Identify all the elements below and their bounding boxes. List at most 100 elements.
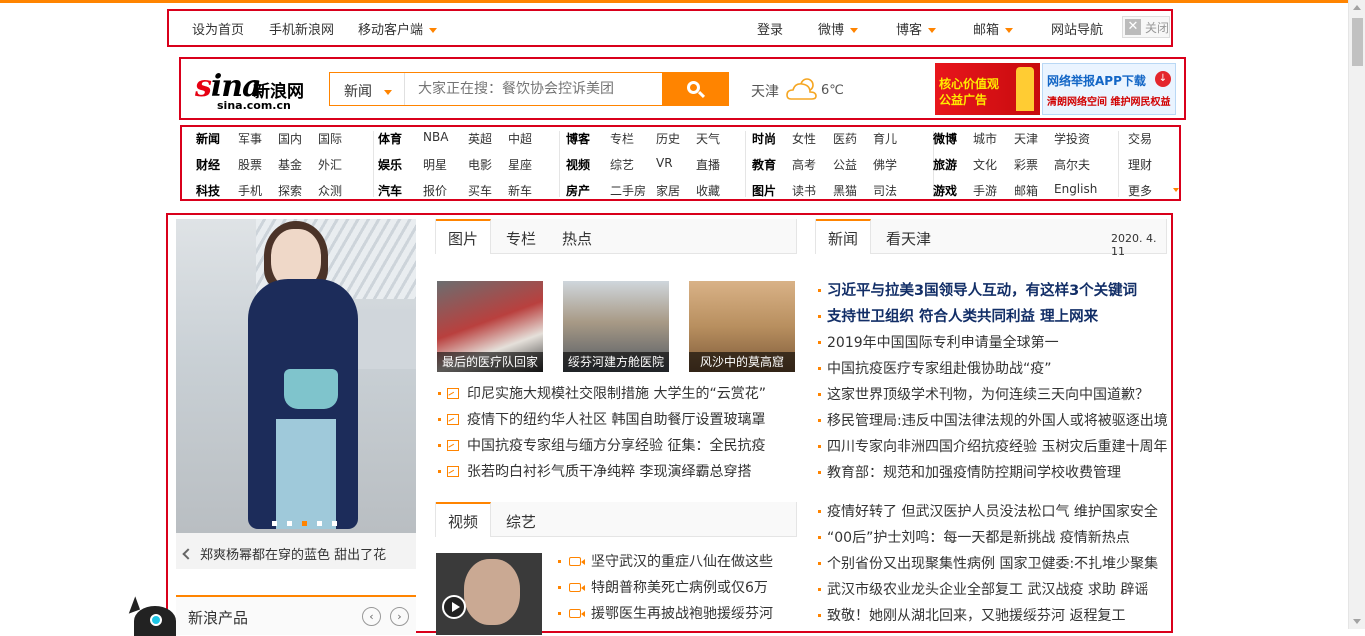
nav-link[interactable]: 学投资 — [1054, 130, 1090, 147]
nav-link[interactable]: 外汇 — [318, 156, 342, 173]
nav-link[interactable]: 育儿 — [873, 130, 897, 147]
cat-mascot[interactable] — [123, 596, 176, 636]
carousel-dot[interactable] — [302, 521, 307, 526]
thumb-hospital[interactable]: 绥芬河建方舱医院 — [563, 281, 669, 372]
thumb-mogao[interactable]: 风沙中的莫高窟 — [689, 281, 795, 372]
nav-link[interactable]: English — [1054, 182, 1097, 196]
nav-link[interactable]: 英超 — [468, 130, 492, 147]
list-item[interactable]: 坚守武汉的重症八仙在做这些 — [558, 551, 773, 571]
mobile-sina-link[interactable]: 手机新浪网 — [269, 19, 334, 38]
nav-link[interactable]: 手机 — [238, 182, 262, 199]
nav-link[interactable]: 彩票 — [1014, 156, 1038, 173]
nav-link[interactable]: 基金 — [278, 156, 302, 173]
nav-link[interactable]: 视频 — [566, 156, 590, 173]
nav-link[interactable]: 报价 — [423, 182, 447, 199]
scrollbar-thumb[interactable] — [1352, 18, 1363, 66]
nav-link[interactable]: 旅游 — [933, 156, 957, 173]
nav-link[interactable]: 军事 — [238, 130, 262, 147]
chevron-left-icon[interactable] — [182, 548, 194, 560]
nav-link[interactable]: 财经 — [196, 156, 220, 173]
tab-pictures[interactable]: 图片 — [436, 219, 492, 254]
nav-link[interactable]: 新闻 — [196, 130, 220, 147]
nav-link[interactable]: 买车 — [468, 182, 492, 199]
nav-link[interactable]: 股票 — [238, 156, 262, 173]
nav-link[interactable]: 时尚 — [752, 130, 776, 147]
site-nav-link[interactable]: 网站导航 — [1051, 19, 1103, 38]
carousel-dot[interactable] — [317, 521, 322, 526]
nav-link[interactable]: 家居 — [656, 182, 680, 199]
thumb-medical-team[interactable]: 最后的医疗队回家 — [437, 281, 543, 372]
list-item[interactable]: 疫情下的纽约华人社区 韩国自助餐厅设置玻璃罩 — [438, 409, 818, 429]
nav-link[interactable]: 天津 — [1014, 130, 1038, 147]
video-thumb[interactable] — [436, 553, 542, 635]
nav-link[interactable]: 直播 — [696, 156, 720, 173]
list-item[interactable]: 援鄂医生再披战袍驰援绥芬河 — [558, 603, 773, 623]
list-item[interactable]: 教育部：规范和加强疫情防控期间学校收费管理 — [818, 462, 1170, 482]
featured-caption[interactable]: 郑爽杨幂都在穿的蓝色 甜出了花 — [176, 533, 416, 569]
nav-link[interactable]: 综艺 — [610, 156, 634, 173]
search-category-select[interactable]: 新闻 — [330, 73, 405, 105]
list-item[interactable]: 特朗普称美死亡病例或仅6万 — [558, 577, 768, 597]
mail-menu[interactable]: 邮箱 — [973, 19, 1014, 38]
nav-link[interactable]: 女性 — [792, 130, 816, 147]
tab-news[interactable]: 新闻 — [816, 219, 872, 254]
weibo-menu[interactable]: 微博 — [818, 19, 859, 38]
list-item[interactable]: 这家世界顶级学术刊物，为何连续三天向中国道歉？ — [818, 384, 1170, 404]
scroll-down-icon[interactable] — [1353, 619, 1361, 624]
nav-link[interactable]: 微博 — [933, 130, 957, 147]
nav-link[interactable]: 电影 — [468, 156, 492, 173]
page-scrollbar[interactable] — [1348, 0, 1365, 629]
sina-logo[interactable]: sina 新浪网 sina.com.cn — [195, 65, 311, 115]
nav-link[interactable]: 中超 — [508, 130, 532, 147]
nav-link[interactable]: 高尔夫 — [1054, 156, 1090, 173]
nav-link[interactable]: VR — [656, 156, 673, 170]
list-item[interactable]: 武汉市级农业龙头企业全部复工 武汉战疫 求助 辟谣 — [818, 579, 1170, 599]
nav-link[interactable]: 新车 — [508, 182, 532, 199]
search-input[interactable] — [406, 73, 664, 105]
nav-link[interactable]: 司法 — [873, 182, 897, 199]
set-home-link[interactable]: 设为首页 — [192, 19, 244, 38]
nav-link[interactable]: 教育 — [752, 156, 776, 173]
nav-link[interactable]: 交易 — [1128, 130, 1152, 147]
list-item[interactable]: “00后”护士刘鸣：每一天都是新挑战 疫情新热点 — [818, 527, 1170, 547]
list-item[interactable]: 疫情好转了 但武汉医护人员没法松口气 维护国家安全 — [818, 501, 1170, 521]
nav-link[interactable]: 博客 — [566, 130, 590, 147]
nav-link[interactable]: 文化 — [973, 156, 997, 173]
featured-photo[interactable] — [176, 219, 416, 533]
carousel-dot[interactable] — [287, 521, 292, 526]
tab-video[interactable]: 视频 — [436, 502, 492, 537]
nav-link[interactable]: 理财 — [1128, 156, 1152, 173]
nav-link[interactable]: 专栏 — [610, 130, 634, 147]
tab-columns[interactable]: 专栏 — [494, 219, 548, 254]
carousel-dot[interactable] — [272, 521, 277, 526]
nav-link[interactable]: 汽车 — [378, 182, 402, 199]
nav-link[interactable]: 收藏 — [696, 182, 720, 199]
nav-link[interactable]: 二手房 — [610, 182, 646, 199]
headline[interactable]: 支持世卫组织 符合人类共同利益 理上网来 — [818, 305, 1170, 326]
headline[interactable]: 习近平与拉美3国领导人互动，有这样3个关键词 — [818, 279, 1170, 300]
nav-link[interactable]: 星座 — [508, 156, 532, 173]
nav-link[interactable]: 房产 — [566, 182, 590, 199]
nav-link[interactable]: 手游 — [973, 182, 997, 199]
nav-link[interactable]: 游戏 — [933, 182, 957, 199]
close-button[interactable]: ✕ 关闭 — [1122, 16, 1170, 38]
play-icon[interactable] — [442, 595, 466, 619]
search-button[interactable] — [662, 73, 728, 105]
list-item[interactable]: 四川专家向非洲四国介绍抗疫经验 玉树灾后重建十周年 — [818, 436, 1170, 456]
nav-link[interactable]: 国内 — [278, 130, 302, 147]
weather-widget[interactable]: 天津 6℃ — [751, 78, 844, 101]
list-item[interactable]: 印尼实施大规模社交限制措施 大学生的“云赏花” — [438, 383, 818, 403]
nav-link[interactable]: 娱乐 — [378, 156, 402, 173]
list-item[interactable]: 中国抗疫医疗专家组赴俄协助战“疫” — [818, 358, 1170, 378]
scroll-up-icon[interactable] — [1353, 5, 1361, 10]
nav-link[interactable]: 高考 — [792, 156, 816, 173]
nav-link[interactable]: 更多 — [1128, 182, 1152, 199]
nav-link[interactable]: 体育 — [378, 130, 402, 147]
nav-link[interactable]: 众测 — [318, 182, 342, 199]
list-item[interactable]: 个别省份又出现聚集性病例 国家卫健委:不扎堆少聚集 — [818, 553, 1170, 573]
nav-link[interactable]: 图片 — [752, 182, 776, 199]
mobile-client-menu[interactable]: 移动客户端 — [358, 19, 438, 38]
nav-link[interactable]: 公益 — [833, 156, 857, 173]
public-service-ad[interactable]: 核心价值观 公益广告 — [935, 63, 1040, 115]
login-link[interactable]: 登录 — [757, 19, 783, 38]
